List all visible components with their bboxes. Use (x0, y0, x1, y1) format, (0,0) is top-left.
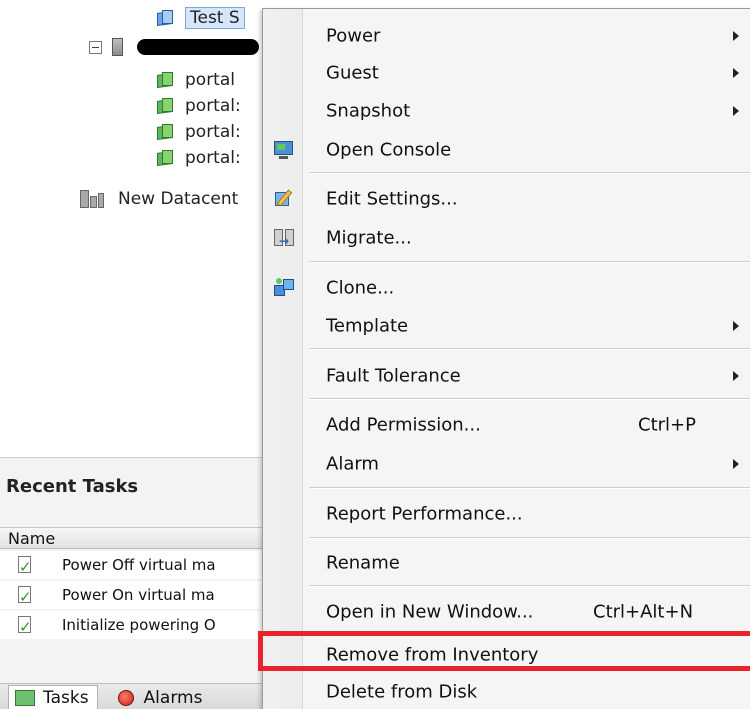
vm-icon (155, 97, 175, 115)
menu-item-power[interactable]: Power (263, 18, 750, 54)
menu-item-add-permission[interactable]: Add Permission... Ctrl+P (263, 407, 750, 443)
tasks-icon (15, 690, 35, 706)
submenu-arrow-icon (733, 459, 739, 469)
submenu-arrow-icon (733, 68, 739, 78)
menu-item-label: Delete from Disk (326, 681, 478, 703)
menu-separator (309, 398, 750, 400)
menu-separator (309, 537, 750, 539)
vm-icon (155, 71, 175, 89)
task-row[interactable]: ✓ Power Off virtual ma (0, 551, 264, 579)
menu-item-delete-from-disk[interactable]: Delete from Disk (263, 674, 750, 709)
alarm-icon (117, 689, 134, 706)
menu-item-label: Report Performance... (326, 503, 523, 525)
menu-separator (309, 487, 750, 489)
menu-item-remove-from-inventory[interactable]: Remove from Inventory (263, 637, 750, 673)
menu-item-label: Snapshot (326, 100, 411, 122)
bottom-tab-bar: Tasks Alarms (0, 683, 264, 709)
menu-separator (309, 585, 750, 587)
tab-label: Tasks (43, 688, 89, 708)
tab-label: Alarms (143, 687, 203, 708)
vm-icon (155, 123, 175, 141)
edit-settings-icon (273, 188, 295, 210)
datacenter-icon (80, 190, 104, 208)
tree-item-host[interactable] (89, 34, 259, 60)
menu-item-label: Rename (326, 552, 400, 574)
tree-item-label: portal: (185, 122, 241, 142)
recent-tasks-title: Recent Tasks (6, 476, 139, 497)
menu-item-label: Remove from Inventory (326, 644, 539, 666)
menu-item-snapshot[interactable]: Snapshot (263, 93, 750, 129)
menu-item-label: Edit Settings... (326, 188, 458, 210)
menu-item-label: Migrate... (326, 227, 412, 249)
menu-item-template[interactable]: Template (263, 308, 750, 344)
vm-context-menu: Power Guest Snapshot Open Console Edit S… (262, 8, 750, 709)
menu-item-alarm[interactable]: Alarm (263, 446, 750, 482)
menu-item-open-in-new-window[interactable]: Open in New Window... Ctrl+Alt+N (263, 594, 750, 630)
menu-item-label: Fault Tolerance (326, 365, 461, 387)
menu-separator (309, 348, 750, 350)
clone-icon (273, 277, 295, 299)
task-row[interactable]: ✓ Initialize powering O (0, 611, 264, 639)
task-name: Initialize powering O (62, 616, 216, 634)
vm-icon (155, 9, 175, 27)
menu-item-label: Alarm (326, 453, 379, 475)
task-name: Power Off virtual ma (62, 556, 216, 574)
vsphere-client-screen: Test S portal portal: portal: portal: Ne… (0, 0, 750, 709)
tree-item-label: portal: (185, 148, 241, 168)
submenu-arrow-icon (733, 371, 739, 381)
migrate-icon: → (273, 227, 295, 249)
vm-icon (155, 149, 175, 167)
menu-item-rename[interactable]: Rename (263, 545, 750, 581)
tree-item-vm-portal-3[interactable]: portal: (155, 119, 241, 145)
tree-item-vm-portal-1[interactable]: portal (155, 67, 235, 93)
tree-item-datacenter[interactable]: New Datacent (80, 186, 238, 212)
console-icon (273, 139, 295, 161)
task-row[interactable]: ✓ Power On virtual ma (0, 581, 264, 609)
menu-item-label: Open Console (326, 139, 452, 161)
menu-item-label: Template (326, 315, 409, 337)
task-completed-icon: ✓ (18, 616, 32, 636)
menu-separator (309, 261, 750, 263)
tab-tasks[interactable]: Tasks (8, 685, 98, 709)
recent-tasks-panel: Recent Tasks Name ✓ Power Off virtual ma… (0, 457, 264, 709)
submenu-arrow-icon (733, 106, 739, 116)
tab-alarms[interactable]: Alarms (98, 685, 211, 709)
menu-item-open-console[interactable]: Open Console (263, 132, 750, 168)
menu-item-label: Power (326, 25, 381, 47)
menu-item-clone[interactable]: Clone... (263, 270, 750, 306)
menu-item-edit-settings[interactable]: Edit Settings... (263, 181, 750, 217)
collapse-toggle-icon[interactable] (89, 40, 102, 54)
menu-item-label: Add Permission... (326, 414, 481, 436)
menu-item-migrate[interactable]: → Migrate... (263, 220, 750, 256)
menu-separator (309, 172, 750, 174)
menu-item-shortcut: Ctrl+Alt+N (593, 601, 694, 623)
task-completed-icon: ✓ (18, 586, 32, 606)
host-server-icon (112, 38, 123, 56)
menu-item-guest[interactable]: Guest (263, 55, 750, 91)
menu-item-report-performance[interactable]: Report Performance... (263, 496, 750, 532)
menu-item-label: Clone... (326, 277, 395, 299)
tasks-column-header-name[interactable]: Name (0, 527, 264, 549)
tree-item-selected-vm[interactable]: Test S (155, 5, 245, 31)
tree-item-label: portal (185, 70, 235, 90)
tree-item-label: portal: (185, 96, 241, 116)
tree-item-vm-portal-2[interactable]: portal: (155, 93, 241, 119)
submenu-arrow-icon (733, 321, 739, 331)
tree-item-vm-portal-4[interactable]: portal: (155, 145, 241, 171)
submenu-arrow-icon (733, 31, 739, 41)
tree-item-label: Test S (185, 7, 245, 29)
task-completed-icon: ✓ (18, 556, 32, 576)
task-name: Power On virtual ma (62, 586, 215, 604)
menu-item-label: Open in New Window... (326, 601, 534, 623)
menu-item-label: Guest (326, 62, 379, 84)
tree-item-label: New Datacent (118, 189, 239, 209)
redacted-host-name (137, 39, 259, 55)
menu-item-fault-tolerance[interactable]: Fault Tolerance (263, 358, 750, 394)
menu-item-shortcut: Ctrl+P (638, 414, 696, 436)
